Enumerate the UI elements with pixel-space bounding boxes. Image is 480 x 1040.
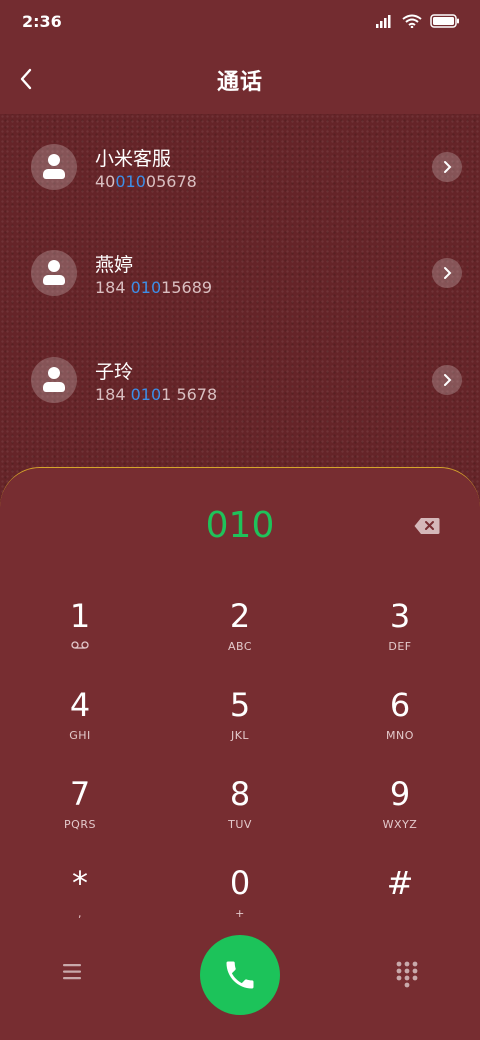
contact-row[interactable]: 燕婷 184 01015689 [0,220,480,320]
contact-list: 小米客服 4001005678 燕婷 184 01015689 子玲 184 0… [0,114,480,514]
key-9[interactable]: 9 WXYZ [320,758,480,847]
app-bar: 通话 [0,44,480,114]
contact-name: 子玲 [95,361,134,383]
wifi-icon [402,14,422,28]
chevron-right-icon [444,374,452,386]
dialed-number[interactable]: 010 [0,505,480,546]
key-star[interactable]: * , [0,847,160,936]
contact-detail-button[interactable] [432,365,462,395]
backspace-button[interactable] [414,517,440,535]
phone-icon [226,961,254,989]
contact-number: 184 0101 5678 [95,385,218,404]
status-bar: 2:36 [0,0,480,44]
contact-row[interactable]: 小米客服 4001005678 [0,114,480,214]
key-2[interactable]: 2 ABC [160,580,320,669]
status-icons [376,14,460,28]
key-5[interactable]: 5 JKL [160,669,320,758]
dial-input-area: 010 [0,467,480,567]
battery-icon [430,14,459,28]
person-icon [31,357,77,403]
voicemail-icon [71,641,89,649]
key-4[interactable]: 4 GHI [0,669,160,758]
contact-name: 小米客服 [95,148,172,170]
key-1[interactable]: 1 [0,580,160,669]
contact-number: 184 01015689 [95,278,213,297]
key-7[interactable]: 7 PQRS [0,758,160,847]
contact-row[interactable]: 子玲 184 0101 5678 [0,327,480,427]
contact-name: 燕婷 [95,254,134,276]
key-0[interactable]: 0 + [160,847,320,936]
keypad-icon [396,961,418,988]
dialer-actions [0,934,480,1015]
menu-button[interactable] [60,962,86,982]
page-title: 通话 [216,70,263,95]
signal-icon [376,15,391,28]
contact-detail-button[interactable] [432,258,462,288]
menu-icon [63,964,81,980]
status-time: 2:36 [22,12,62,31]
keypad-toggle-button[interactable] [394,960,420,988]
person-icon [31,250,77,296]
key-6[interactable]: 6 MNO [320,669,480,758]
contact-number: 4001005678 [95,172,197,191]
chevron-right-icon [444,161,452,173]
key-hash[interactable]: # [320,847,480,936]
key-3[interactable]: 3 DEF [320,580,480,669]
key-8[interactable]: 8 TUV [160,758,320,847]
backspace-icon [414,518,440,534]
contact-detail-button[interactable] [432,152,462,182]
call-button[interactable] [200,935,280,1015]
person-icon [31,144,77,190]
chevron-right-icon [444,267,452,279]
